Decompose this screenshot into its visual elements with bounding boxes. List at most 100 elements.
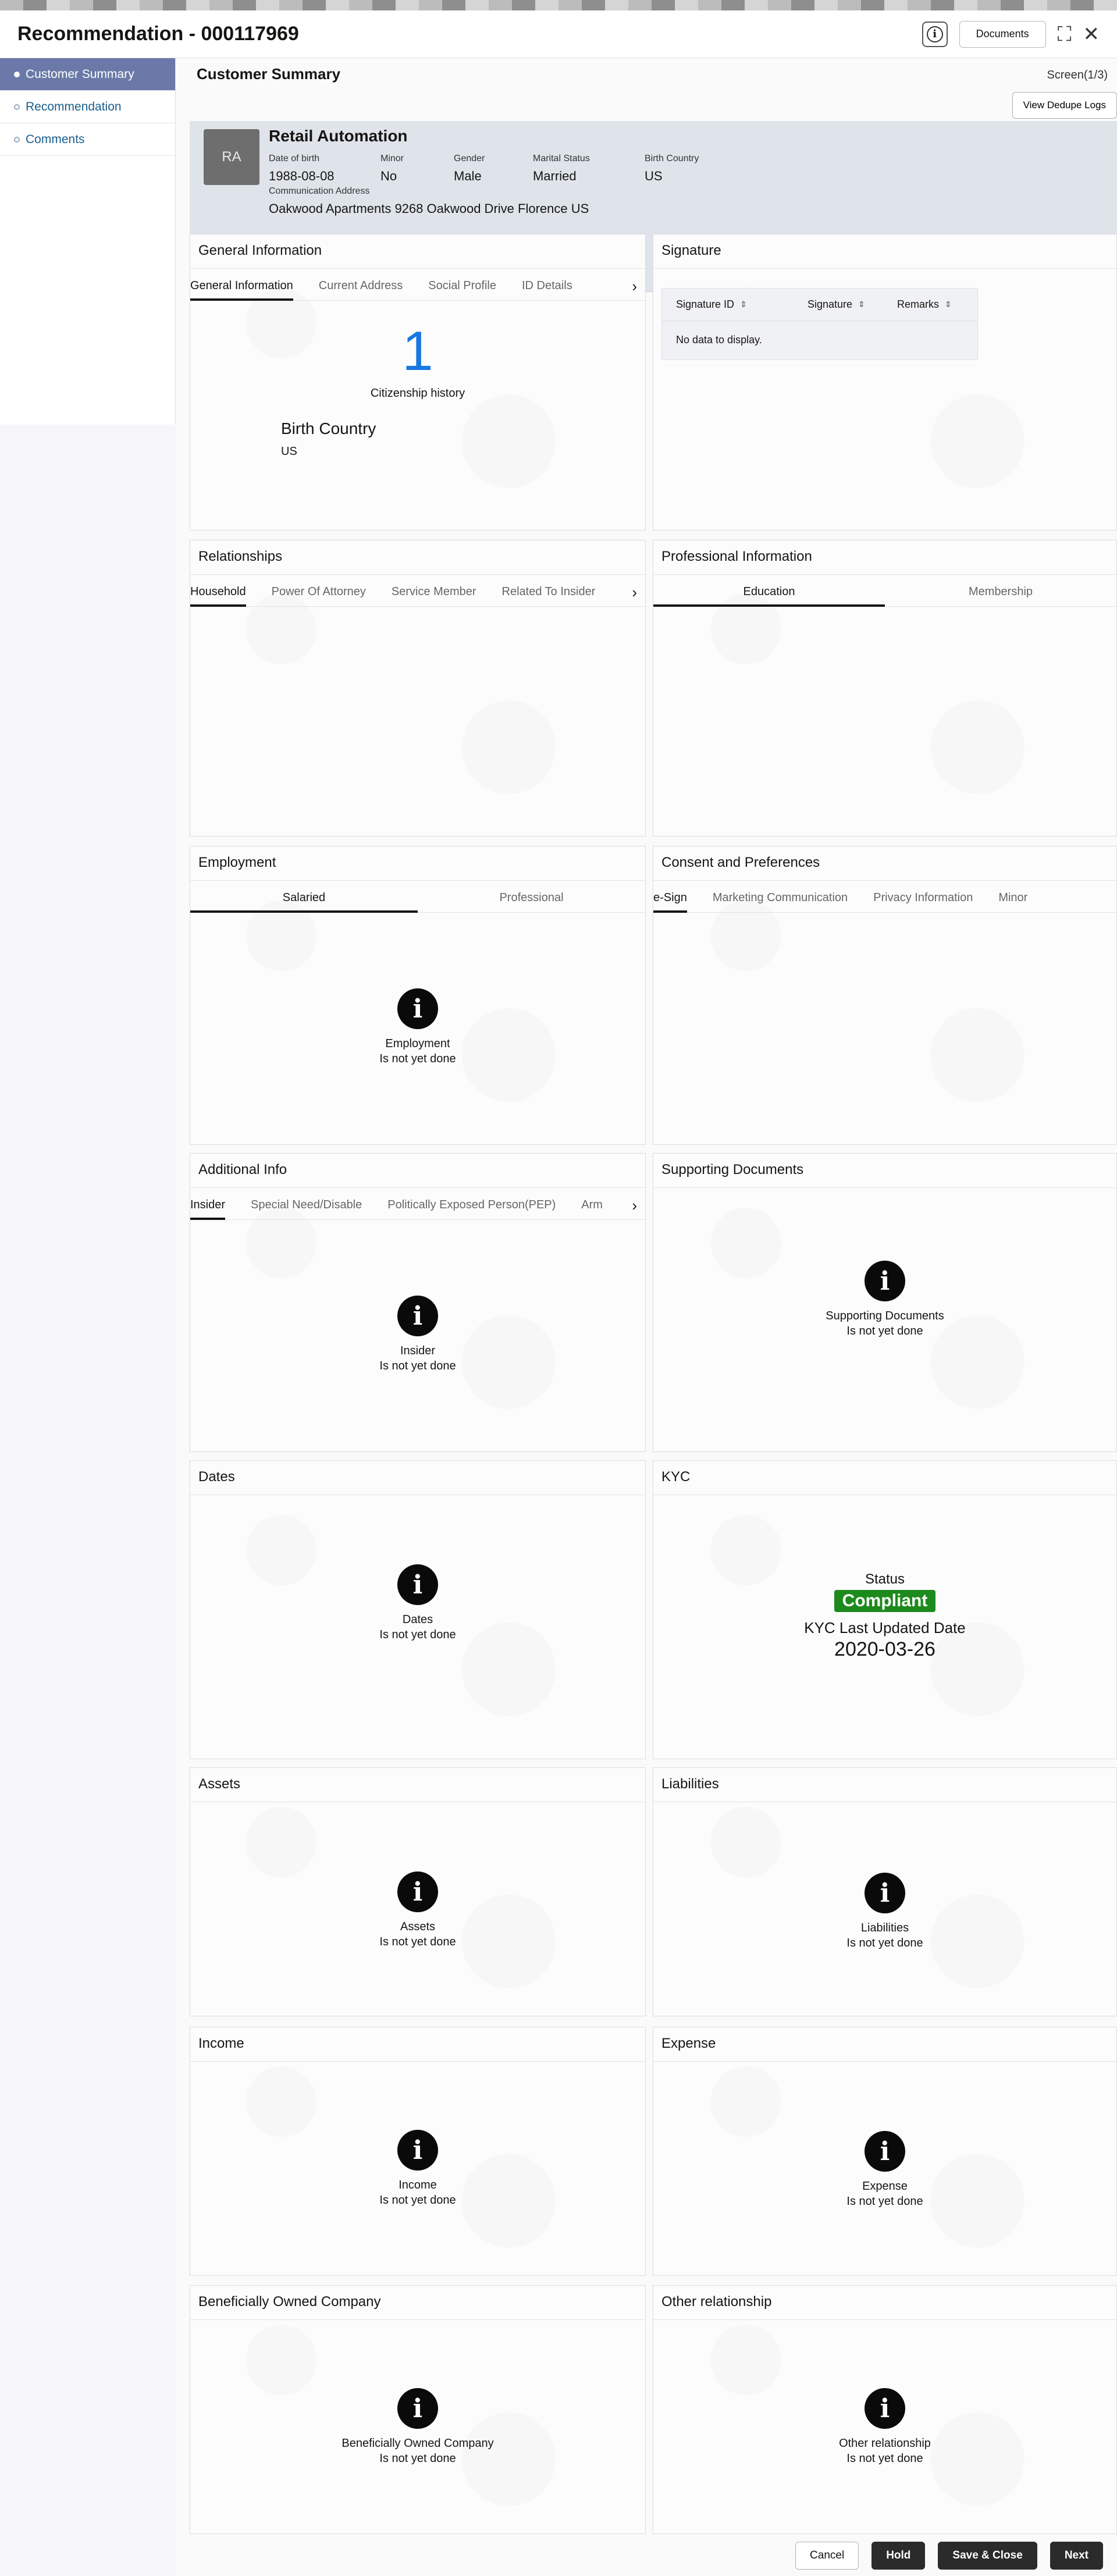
empty-state-name: Employment [385, 1037, 450, 1050]
empty-state-status: Is not yet done [379, 2194, 456, 2207]
panel-title: Expense [661, 2036, 716, 2051]
info-icon: i [865, 1873, 905, 1913]
empty-state-name: Assets [400, 1920, 436, 1933]
expense-panel: Expense i Expense Is not yet done [653, 2027, 1117, 2276]
dates-panel: Dates i Dates Is not yet done [190, 1460, 646, 1759]
tab-minor[interactable]: Minor [986, 884, 1040, 913]
tab-social-profile[interactable]: Social Profile [415, 272, 509, 301]
main-content: Customer Summary Screen(1/3) View Dedupe… [176, 58, 1117, 2576]
birth-country-label: Birth Country [281, 419, 376, 437]
minor-label: Minor [380, 154, 404, 163]
relationships-tabs: Household Power Of Attorney Service Memb… [190, 578, 645, 607]
tab-marketing-communication[interactable]: Marketing Communication [700, 884, 860, 913]
column-signature[interactable]: Signature ⇕ [807, 298, 897, 311]
panel-title: Assets [198, 1776, 241, 1792]
tab-education[interactable]: Education [653, 578, 885, 607]
sidebar-item-label: Recommendation [26, 99, 122, 113]
step-dot-icon [14, 136, 20, 143]
chevron-right-icon[interactable]: › [632, 1197, 637, 1215]
info-icon: i [865, 2131, 905, 2172]
tab-household[interactable]: Household [190, 578, 259, 607]
page-title: Customer Summary [197, 65, 341, 83]
tab-pep[interactable]: Politically Exposed Person(PEP) [375, 1191, 568, 1220]
tab-arm[interactable]: Arm [568, 1191, 616, 1220]
general-information-panel: General Information General Information … [190, 234, 646, 531]
panel-title: General Information [198, 243, 322, 258]
signature-table: Signature ID ⇕ Signature ⇕ Remarks ⇕ No dat… [661, 288, 978, 360]
other-relationship-panel: Other relationship i Other relationship … [653, 2285, 1117, 2534]
info-icon: i [865, 1261, 905, 1301]
tab-id-details[interactable]: ID Details [509, 272, 585, 301]
column-remarks[interactable]: Remarks ⇕ [897, 298, 952, 311]
birth-country-label: Birth Country [645, 154, 699, 163]
kyc-status-label: Status [865, 1571, 905, 1587]
panel-title: Dates [198, 1469, 235, 1485]
consent-tabs: e-Sign Marketing Communication Privacy I… [653, 884, 1116, 913]
sidebar: Customer Summary Recommendation Comments [0, 58, 176, 425]
empty-state: i Beneficially Owned Company Is not yet … [190, 2388, 645, 2466]
dob-label: Date of birth [269, 154, 320, 163]
empty-state-status: Is not yet done [379, 1360, 456, 1372]
gender-label: Gender [454, 154, 485, 163]
empty-state-name: Supporting Documents [826, 1310, 944, 1322]
panel-title: Beneficially Owned Company [198, 2294, 381, 2310]
save-close-button[interactable]: Save & Close [938, 2542, 1037, 2570]
minor-value: No [380, 169, 397, 183]
cancel-button[interactable]: Cancel [795, 2542, 859, 2570]
tab-related-to-insider[interactable]: Related To Insider [489, 578, 609, 607]
sidebar-item-comments[interactable]: Comments [0, 123, 175, 156]
empty-state-name: Expense [862, 2180, 908, 2193]
liabilities-panel: Liabilities i Liabilities Is not yet don… [653, 1767, 1117, 2016]
empty-state-status: Is not yet done [846, 2195, 923, 2208]
marital-status-label: Marital Status [533, 154, 590, 163]
tab-current-address[interactable]: Current Address [306, 272, 416, 301]
empty-state-status: Is not yet done [379, 2452, 456, 2465]
info-icon: i [865, 2388, 905, 2429]
avatar: RA [204, 129, 259, 185]
sidebar-item-label: Customer Summary [26, 67, 134, 81]
sort-icon: ⇕ [858, 300, 865, 309]
birth-country-value: US [281, 445, 297, 458]
empty-state-name: Income [399, 2179, 437, 2191]
empty-state-name: Insider [400, 1344, 436, 1357]
tab-salaried[interactable]: Salaried [190, 884, 418, 913]
consent-preferences-panel: Consent and Preferences e-Sign Marketing… [653, 846, 1117, 1145]
kyc-panel: KYC Status Compliant KYC Last Updated Da… [653, 1460, 1117, 1759]
expand-icon[interactable]: ⛶ [1058, 24, 1072, 44]
tab-privacy-information[interactable]: Privacy Information [860, 884, 986, 913]
sidebar-item-recommendation[interactable]: Recommendation [0, 91, 175, 123]
sidebar-item-customer-summary[interactable]: Customer Summary [0, 58, 175, 91]
sort-icon: ⇕ [945, 300, 952, 309]
kyc-summary: Status Compliant KYC Last Updated Date 2… [653, 1571, 1116, 1661]
chevron-right-icon[interactable]: › [632, 277, 637, 296]
info-button[interactable]: i [922, 21, 948, 47]
tab-service-member[interactable]: Service Member [379, 578, 489, 607]
marital-status-value: Married [533, 169, 577, 183]
next-button[interactable]: Next [1050, 2542, 1103, 2570]
tab-general-information[interactable]: General Information [190, 272, 306, 301]
professional-tabs: Education Membership [653, 578, 1116, 607]
kyc-updated-date: 2020-03-26 [834, 1638, 935, 1660]
close-icon[interactable]: ✕ [1083, 24, 1100, 44]
documents-button[interactable]: Documents [959, 20, 1046, 48]
empty-state-status: Is not yet done [379, 1628, 456, 1641]
empty-state-name: Liabilities [860, 1922, 909, 1934]
window-header: Recommendation - 000117969 i Documents ⛶… [0, 10, 1117, 58]
assets-panel: Assets i Assets Is not yet done [190, 1767, 646, 2016]
tab-professional[interactable]: Professional [418, 884, 645, 913]
panel-title: Professional Information [661, 549, 812, 564]
tab-special-need[interactable]: Special Need/Disable [238, 1191, 375, 1220]
hold-button[interactable]: Hold [871, 2542, 926, 2570]
chevron-right-icon[interactable]: › [632, 583, 637, 602]
citizenship-count: 1 [402, 320, 433, 382]
empty-state: i Supporting Documents Is not yet done [653, 1261, 1116, 1339]
column-signature-id[interactable]: Signature ID ⇕ [676, 298, 807, 311]
empty-state: i Assets Is not yet done [190, 1871, 645, 1949]
tab-e-sign[interactable]: e-Sign [653, 884, 700, 913]
tab-insider[interactable]: Insider [190, 1191, 238, 1220]
tab-power-of-attorney[interactable]: Power Of Attorney [259, 578, 379, 607]
screen-count: Screen(1/3) [1047, 69, 1108, 81]
tab-membership[interactable]: Membership [885, 578, 1116, 607]
view-dedupe-logs-button[interactable]: View Dedupe Logs [1012, 92, 1117, 119]
empty-state: i Liabilities Is not yet done [653, 1873, 1116, 1951]
